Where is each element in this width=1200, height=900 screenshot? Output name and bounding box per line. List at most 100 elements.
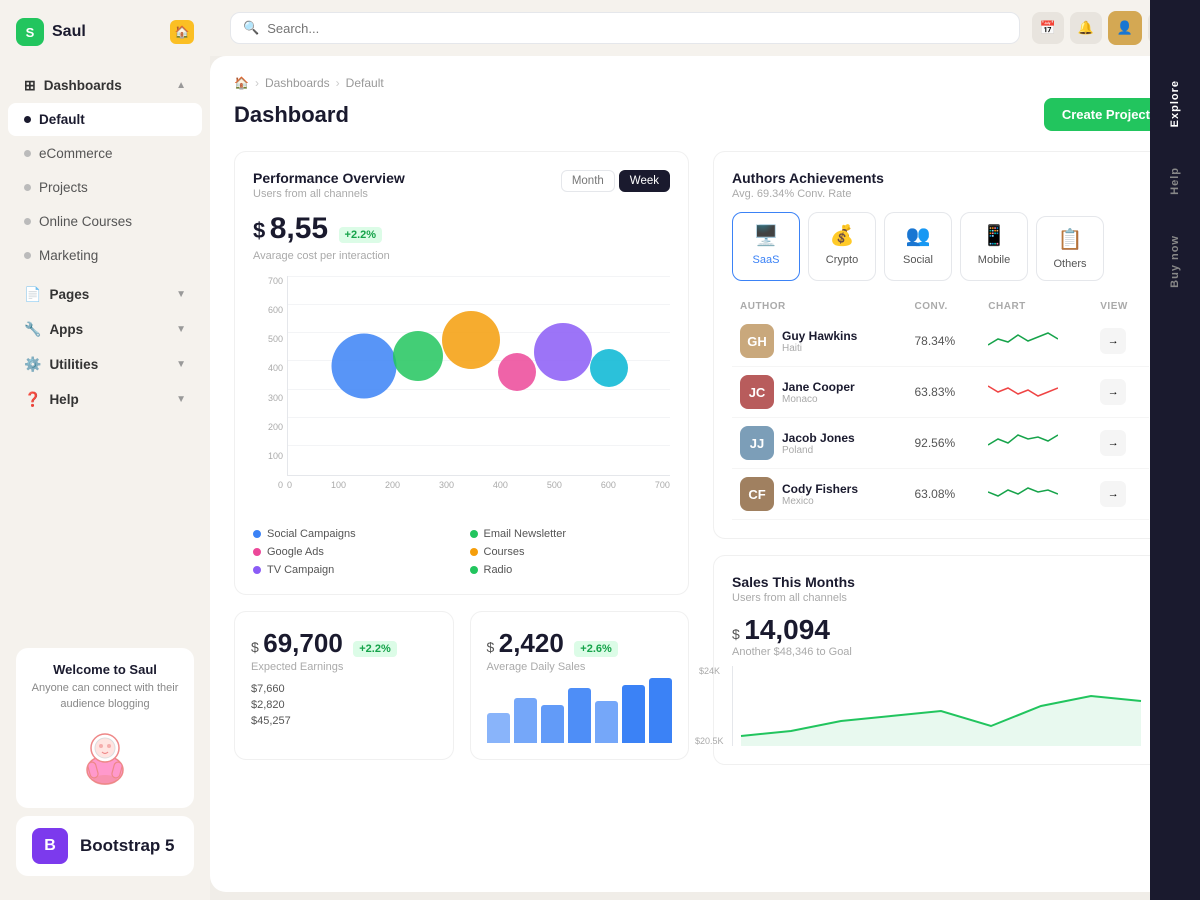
left-column: Performance Overview Users from all chan…: [234, 151, 689, 765]
marketing-label: Marketing: [39, 248, 98, 263]
table-row: GH Guy Hawkins Haiti 78.34%: [732, 316, 1149, 367]
breadcrumb-sep-2: ›: [336, 76, 340, 90]
page-title: Dashboard: [234, 102, 349, 128]
view-btn-guy[interactable]: →: [1100, 328, 1126, 354]
author-info-guy: GH Guy Hawkins Haiti: [740, 324, 898, 358]
help-menu-item[interactable]: ❓ Help ▼: [8, 383, 202, 416]
legend-tv-campaign: TV Campaign: [253, 564, 454, 576]
sales-level-2: $20.5K: [695, 736, 724, 746]
welcome-subtitle: Anyone can connect with their audience b…: [30, 681, 180, 712]
sales-currency: $: [732, 626, 740, 642]
sales-this-month-card: Sales This Months Users from all channel…: [713, 555, 1168, 765]
dashboard-grid: Performance Overview Users from all chan…: [234, 151, 1168, 765]
side-panel-help[interactable]: Help: [1161, 147, 1189, 215]
search-input[interactable]: [267, 21, 1007, 36]
earnings-badge: +2.2%: [353, 641, 397, 657]
author-name-jacob: Jacob Jones: [782, 431, 855, 445]
conv-jacob: 92.56%: [914, 436, 955, 450]
content-area: 🏠 › Dashboards › Default Dashboard Creat…: [210, 56, 1192, 892]
side-panel-explore[interactable]: Explore: [1161, 60, 1189, 147]
dashboards-menu-item[interactable]: ⊞ Dashboards ▲: [8, 69, 202, 102]
side-panel-buy-now[interactable]: Buy now: [1161, 215, 1189, 308]
sidebar-item-marketing[interactable]: Marketing: [8, 239, 202, 272]
avatar-jacob: JJ: [740, 426, 774, 460]
logo-text: Saul: [52, 23, 86, 41]
earnings-value: 69,700: [263, 628, 343, 658]
user-avatar[interactable]: 👤: [1108, 11, 1142, 45]
view-btn-cody[interactable]: →: [1100, 481, 1126, 507]
bar-3: [541, 705, 564, 743]
bubble-courses: [498, 353, 536, 391]
view-btn-jacob[interactable]: →: [1100, 430, 1126, 456]
performance-overview-card: Performance Overview Users from all chan…: [234, 151, 689, 595]
daily-sales-currency: $: [487, 639, 495, 655]
bubble-social: [332, 333, 397, 398]
crypto-icon: 💰: [830, 223, 855, 248]
author-name-guy: Guy Hawkins: [782, 329, 857, 343]
breadcrumb-current: Default: [346, 76, 384, 90]
sidebar-item-default[interactable]: Default: [8, 103, 202, 136]
right-column: Authors Achievements Avg. 69.34% Conv. R…: [713, 151, 1168, 765]
bar-1: [487, 713, 510, 743]
y-axis: 700 600 500 400 300 200 100 0: [253, 276, 287, 490]
apps-menu-item[interactable]: 🔧 Apps ▼: [8, 313, 202, 346]
utilities-label: Utilities: [49, 357, 98, 372]
view-btn-jane[interactable]: →: [1100, 379, 1126, 405]
search-box[interactable]: 🔍: [230, 12, 1020, 44]
sidebar-item-ecommerce[interactable]: eCommerce: [8, 137, 202, 170]
sidebar-toggle-button[interactable]: 🏠: [170, 20, 194, 44]
sales-chart-svg: [733, 666, 1149, 746]
utilities-menu-item[interactable]: ⚙️ Utilities ▼: [8, 348, 202, 381]
tab-crypto[interactable]: 💰 Crypto: [808, 212, 876, 281]
author-country-jacob: Poland: [782, 445, 855, 456]
metric-label: Avarage cost per interaction: [253, 250, 670, 262]
main-area: 🔍 📅 🔔 👤 ⚙️ 🏠 › Dashboards › Default Dash…: [210, 0, 1200, 900]
logo: S Saul: [16, 18, 86, 46]
pages-menu-item[interactable]: 📄 Pages ▼: [8, 278, 202, 311]
sales-subtitle: Users from all channels: [732, 592, 1149, 604]
calendar-icon[interactable]: 📅: [1032, 12, 1064, 44]
perf-tab-group: Month Week: [561, 170, 670, 192]
nav-section-dashboards: ⊞ Dashboards ▲ Default eCommerce Project…: [0, 64, 210, 277]
conv-guy: 78.34%: [914, 334, 955, 348]
conv-cody: 63.08%: [914, 487, 955, 501]
sparkline-jacob: [988, 429, 1058, 453]
daily-sales-card: $ 2,420 +2.6% Average Daily Sales: [470, 611, 690, 760]
default-label: Default: [39, 112, 85, 127]
bootstrap-icon: B: [32, 828, 68, 864]
bubble-tv: [534, 323, 592, 381]
social-icon: 👥: [906, 223, 931, 248]
sidebar-item-projects[interactable]: Projects: [8, 171, 202, 204]
sales-value: 14,094: [744, 614, 830, 645]
tab-others[interactable]: 📋 Others: [1036, 216, 1104, 281]
table-row: JJ Jacob Jones Poland 92.56%: [732, 418, 1149, 469]
tab-month[interactable]: Month: [561, 170, 615, 192]
bar-7: [649, 678, 672, 743]
pages-icon: 📄: [24, 286, 41, 303]
help-label: Help: [49, 392, 78, 407]
tab-social[interactable]: 👥 Social: [884, 212, 952, 281]
authors-subtitle: Avg. 69.34% Conv. Rate: [732, 188, 1149, 200]
sales-chart: $24K $20.5K: [732, 666, 1149, 746]
apps-icon: 🔧: [24, 321, 41, 338]
dashboards-chevron: ▲: [176, 80, 186, 91]
notifications-icon[interactable]: 🔔: [1070, 12, 1102, 44]
projects-dot: [24, 184, 31, 191]
welcome-title: Welcome to Saul: [30, 662, 180, 677]
tab-saas[interactable]: 🖥️ SaaS: [732, 212, 800, 281]
tab-week[interactable]: Week: [619, 170, 670, 192]
author-country-jane: Monaco: [782, 394, 855, 405]
dashboards-icon: ⊞: [24, 77, 36, 94]
sidebar-item-online-courses[interactable]: Online Courses: [8, 205, 202, 238]
tab-mobile[interactable]: 📱 Mobile: [960, 212, 1028, 281]
metric-currency: $: [253, 218, 265, 243]
welcome-card: Welcome to Saul Anyone can connect with …: [16, 648, 194, 808]
projects-label: Projects: [39, 180, 88, 195]
search-icon: 🔍: [243, 20, 259, 36]
breadcrumb-dashboards[interactable]: Dashboards: [265, 76, 330, 90]
logo-icon: S: [16, 18, 44, 46]
mobile-icon: 📱: [982, 223, 1007, 248]
author-info-jane: JC Jane Cooper Monaco: [740, 375, 898, 409]
mini-bar-chart: [487, 683, 673, 743]
topbar: 🔍 📅 🔔 👤 ⚙️: [210, 0, 1200, 56]
